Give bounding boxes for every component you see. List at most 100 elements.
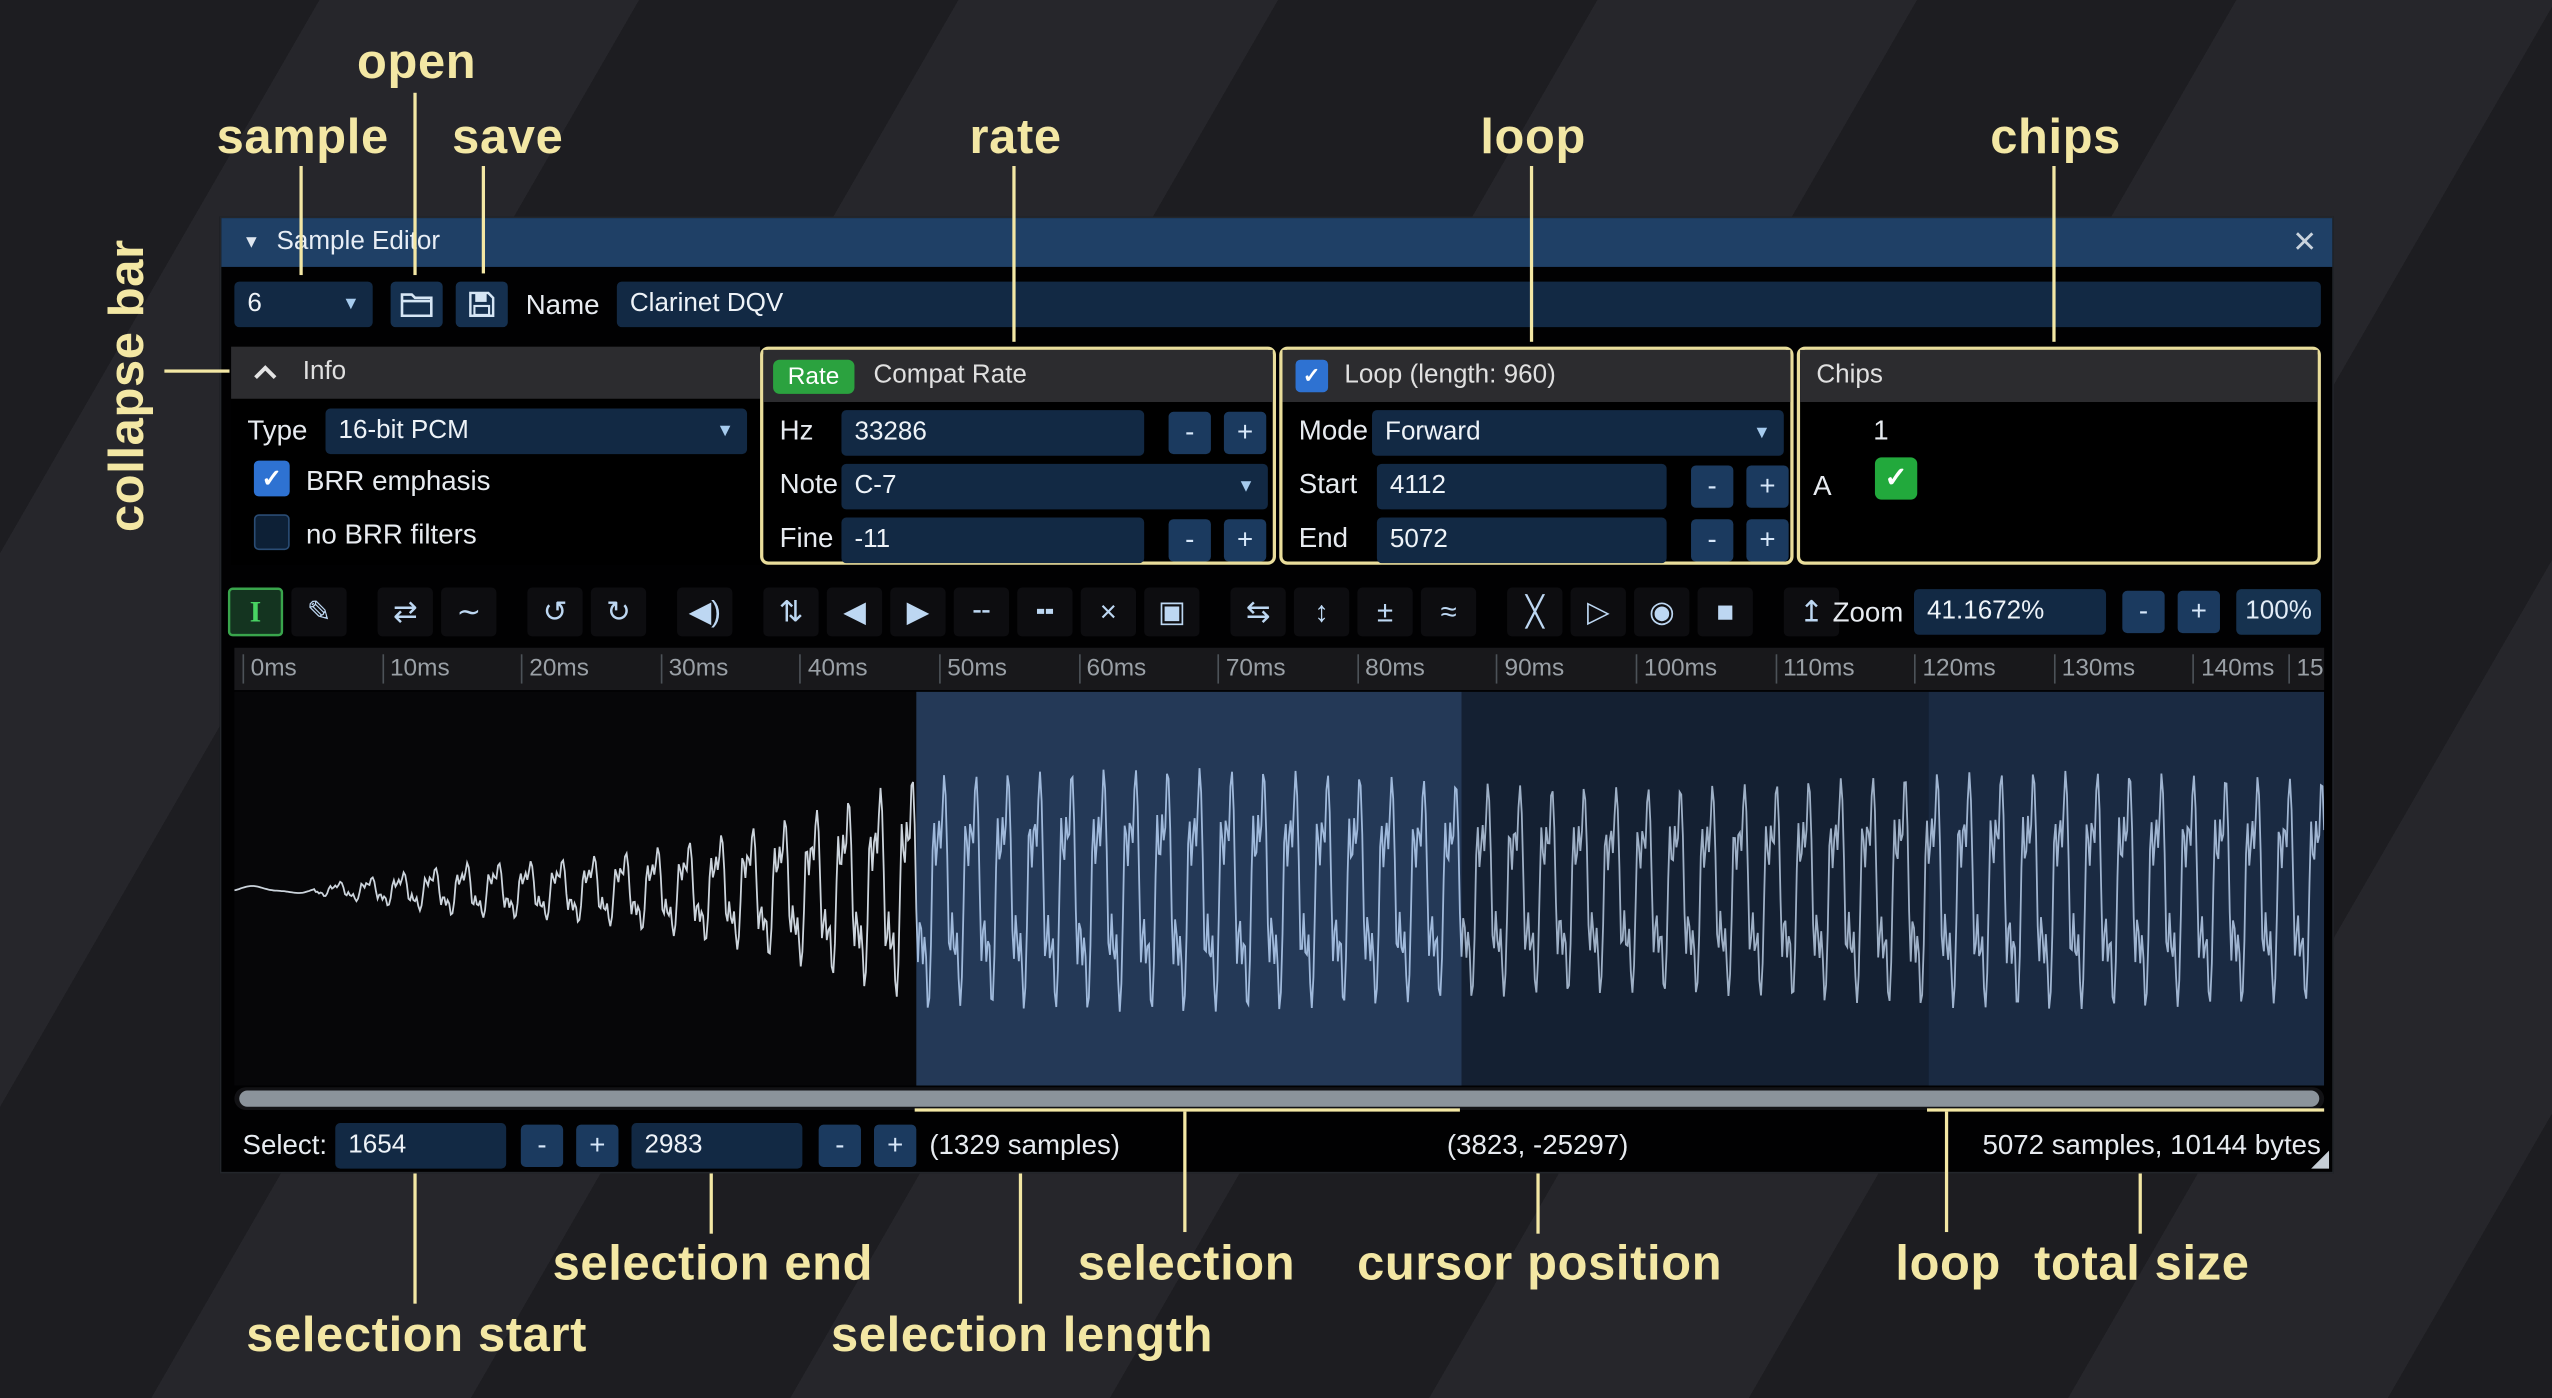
annotation-selection-start: selection start — [246, 1309, 587, 1364]
selection-end-plus-button[interactable]: + — [874, 1125, 916, 1167]
ruler-label-90ms: 90ms — [1496, 654, 1564, 683]
waveform-area[interactable] — [234, 692, 2324, 1086]
sample-name-input[interactable]: Clarinet DQV — [617, 282, 2321, 328]
type-dropdown[interactable]: 16-bit PCM ▼ — [326, 409, 748, 455]
zoom-in-button[interactable]: + — [2178, 591, 2220, 633]
loop-end-plus-button[interactable]: + — [1746, 519, 1788, 561]
invert-button[interactable]: ↕ — [1294, 588, 1349, 637]
loop-start-minus-button[interactable]: - — [1691, 465, 1733, 507]
loop-end-minus-button[interactable]: - — [1691, 519, 1733, 561]
annotation-save-line — [482, 166, 485, 273]
zoom-out-button[interactable]: - — [2122, 591, 2164, 633]
resample-button[interactable]: ∼ — [441, 588, 496, 637]
sample-toolbar: Zoom 41.1672% - + 100% I✎⇄∼↺↻◀)⇅◀▶╌╍×▣⇆↕… — [221, 583, 2332, 642]
chips-panel: Chips 1 A ✓ — [1797, 347, 2321, 565]
redo-button[interactable]: ↻ — [591, 588, 646, 637]
undo-button[interactable]: ↺ — [527, 588, 582, 637]
loop-start-input[interactable]: 4112 — [1377, 464, 1667, 510]
annotation-selection-bracket — [915, 1108, 1460, 1111]
filter-button[interactable]: ≈ — [1421, 588, 1476, 637]
chip-enabled-checkbox[interactable]: ✓ — [1875, 457, 1917, 499]
dropdown-arrow-icon: ▼ — [1237, 477, 1255, 497]
annotation-open: open — [357, 36, 476, 91]
loop-mode-dropdown[interactable]: Forward ▼ — [1372, 410, 1784, 456]
rate-badge[interactable]: Rate — [773, 359, 854, 393]
collapse-bar-icon[interactable] — [247, 356, 283, 389]
loop-enable-checkbox[interactable]: ✓ — [1296, 360, 1329, 393]
fade-in-button[interactable]: ◀ — [827, 588, 882, 637]
hz-plus-button[interactable]: + — [1224, 412, 1266, 454]
info-panel: Info Type 16-bit PCM ▼ ✓ BRR emphasis no… — [231, 347, 760, 565]
crossfade-button[interactable]: ╳ — [1507, 588, 1562, 637]
ruler-label-30ms: 30ms — [660, 654, 728, 683]
open-button[interactable] — [391, 282, 443, 328]
draw-button[interactable]: ✎ — [291, 588, 346, 637]
window-resize-grip[interactable] — [2311, 1151, 2329, 1169]
check-icon: ✓ — [1885, 462, 1908, 495]
total-size-info: 5072 samples, 10144 bytes — [1982, 1130, 2320, 1163]
fade-out-button[interactable]: ▶ — [890, 588, 945, 637]
amplify-button[interactable]: ◀) — [677, 588, 732, 637]
fine-plus-button[interactable]: + — [1224, 519, 1266, 561]
selection-start-minus-button[interactable]: - — [521, 1125, 563, 1167]
insert-silence-button[interactable]: ╌ — [954, 588, 1009, 637]
zoom-input[interactable]: 41.1672% — [1914, 589, 2106, 635]
resize-button[interactable]: ⇄ — [378, 588, 433, 637]
loop-mode-value: Forward — [1385, 418, 1481, 447]
selection-start-input[interactable]: 1654 — [335, 1123, 506, 1169]
fine-input[interactable]: -11 — [841, 518, 1144, 564]
ruler-label-150: 150 — [2288, 654, 2324, 683]
trim-button[interactable]: ▣ — [1144, 588, 1199, 637]
info-header[interactable]: Info — [231, 347, 760, 399]
waveform-scrollbar[interactable] — [234, 1087, 2324, 1110]
annotation-loop-bracket — [1927, 1108, 2324, 1111]
preview-button[interactable]: ▷ — [1571, 588, 1626, 637]
window-collapse-icon[interactable]: ▼ — [243, 233, 261, 253]
normalize-button[interactable]: ⇅ — [763, 588, 818, 637]
fine-value: -11 — [854, 526, 890, 555]
loop-end-value: 5072 — [1390, 526, 1448, 555]
annotation-selection-line — [1183, 1112, 1186, 1232]
annotation-loop-bottom: loop — [1895, 1237, 2001, 1292]
selection-region — [916, 692, 1461, 1086]
loop-start-plus-button[interactable]: + — [1746, 465, 1788, 507]
stop-button[interactable]: ■ — [1698, 588, 1753, 637]
fine-minus-button[interactable]: - — [1169, 519, 1211, 561]
info-header-label: Info — [303, 358, 346, 387]
note-label: Note — [780, 469, 838, 502]
hz-minus-button[interactable]: - — [1169, 412, 1211, 454]
apply-silence-button[interactable]: ╍ — [1017, 588, 1072, 637]
selection-length-info: (1329 samples) — [929, 1130, 1120, 1163]
type-value: 16-bit PCM — [339, 417, 469, 446]
save-button[interactable] — [456, 282, 508, 328]
zoom-reset-button[interactable]: 100% — [2236, 589, 2321, 635]
window-titlebar: ▼ Sample Editor × — [221, 218, 2332, 267]
sample-number-value: 6 — [247, 290, 261, 319]
brr-emphasis-checkbox[interactable]: ✓ — [254, 461, 290, 497]
selection-start-plus-button[interactable]: + — [576, 1125, 618, 1167]
selection-end-input[interactable]: 2983 — [631, 1123, 802, 1169]
sample-name-value: Clarinet DQV — [630, 290, 783, 319]
delete-button[interactable]: × — [1081, 588, 1136, 637]
selection-end-minus-button[interactable]: - — [819, 1125, 861, 1167]
annotation-selection-start-line — [413, 1173, 416, 1303]
reverse-button[interactable]: ⇆ — [1230, 588, 1285, 637]
loop-end-input[interactable]: 5072 — [1377, 518, 1667, 564]
export-button[interactable]: ↥ — [1784, 588, 1839, 637]
loop-panel: ✓ Loop (length: 960) Mode Forward ▼ Star… — [1279, 347, 1793, 565]
annotation-sample: sample — [217, 111, 389, 166]
no-brr-filters-checkbox[interactable] — [254, 514, 290, 550]
note-dropdown[interactable]: C-7 ▼ — [841, 464, 1267, 510]
edit-mode-button[interactable]: I — [228, 588, 283, 637]
annotation-collapse-bar-line — [164, 369, 229, 372]
scrollbar-thumb[interactable] — [239, 1090, 2319, 1106]
close-icon[interactable]: × — [2293, 218, 2316, 267]
check-icon: ✓ — [1303, 363, 1321, 389]
annotation-cursor-position-line — [1536, 1173, 1539, 1233]
preview-note-button[interactable]: ◉ — [1634, 588, 1689, 637]
annotation-open-line — [413, 93, 416, 275]
sample-number-dropdown[interactable]: 6 ▼ — [234, 282, 372, 328]
chips-header: Chips — [1800, 350, 2318, 402]
sign-button[interactable]: ± — [1357, 588, 1412, 637]
hz-input[interactable]: 33286 — [841, 410, 1144, 456]
